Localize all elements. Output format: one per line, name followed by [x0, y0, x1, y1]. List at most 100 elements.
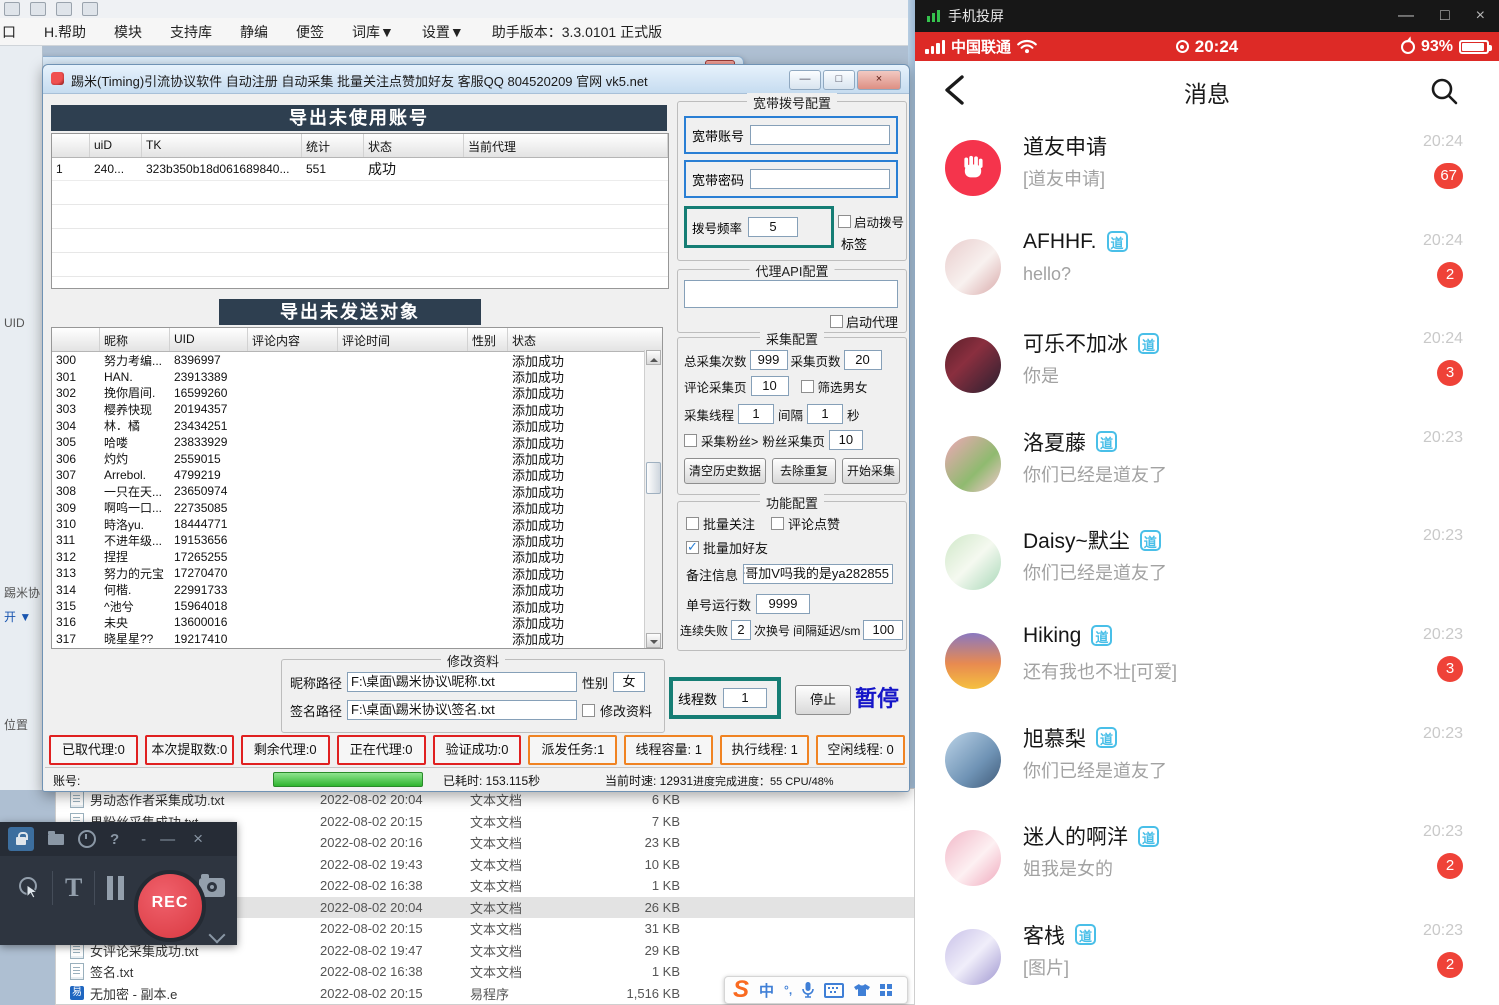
app-titlebar[interactable]: 踢米(Timing)引流协议软件 自动注册 自动采集 批量关注点赞加好友 客服Q…: [43, 65, 909, 94]
scroll-up-arrow[interactable]: [646, 350, 661, 365]
phone-window-titlebar[interactable]: 手机投屏 — □ ×: [915, 0, 1499, 32]
hand-icon[interactable]: [56, 2, 72, 16]
menu-item[interactable]: 支持库: [170, 22, 212, 42]
menu-item[interactable]: 模块: [114, 22, 142, 42]
pause-button[interactable]: 暂停: [855, 681, 899, 713]
broadband-account-input[interactable]: [750, 125, 890, 145]
table-row[interactable]: 311 不进年级... 19153656 添加成功: [52, 532, 645, 548]
file-row[interactable]: 易 男动态作者采集成功.txt 2022-08-02 20:04 文本文档 6 …: [56, 789, 914, 811]
avatar[interactable]: [945, 830, 1001, 886]
sogou-logo[interactable]: S: [733, 978, 749, 1002]
unused-accounts-table[interactable]: uiD TK 统计 状态 当前代理 1 240... 323b350b18d06…: [51, 133, 669, 289]
gender-input[interactable]: 女: [613, 672, 645, 692]
start-dial-checkbox[interactable]: [838, 215, 851, 228]
dial-frequency-input[interactable]: 5: [748, 217, 798, 237]
table-row[interactable]: 308 一只在天... 23650974 添加成功: [52, 483, 645, 499]
total-collect-input[interactable]: 999: [750, 350, 788, 370]
message-row[interactable]: Daisy~默尘 道 你们已经是道友了 20:23: [915, 513, 1499, 612]
text-tool-icon[interactable]: T: [65, 873, 82, 903]
stat-button[interactable]: 已取代理:0: [49, 735, 138, 765]
scroll-thumb[interactable]: [646, 462, 661, 494]
stat-button[interactable]: 派发任务:1: [528, 735, 617, 765]
table-row[interactable]: 312 捏捏 17265255 添加成功: [52, 549, 645, 565]
sign-path-input[interactable]: F:\桌面\踢米协议\签名.txt: [347, 700, 577, 720]
braces-icon[interactable]: [30, 2, 46, 16]
message-row[interactable]: 道友申请 [道友申请] 20:24 67: [915, 119, 1499, 218]
minimize-button[interactable]: —: [1398, 7, 1414, 25]
table-row[interactable]: 1 240... 323b350b18d061689840... 551 成功: [52, 158, 668, 181]
avatar[interactable]: [945, 337, 1001, 393]
fragment-open-label[interactable]: 开 ▼: [4, 608, 31, 625]
fail-input[interactable]: 2: [731, 620, 751, 640]
lock-icon[interactable]: [8, 827, 34, 851]
table-row[interactable]: 306 灼灼 2559015 添加成功: [52, 450, 645, 466]
col-tk[interactable]: TK: [142, 134, 302, 157]
col-index[interactable]: [52, 328, 100, 351]
comment-like-checkbox[interactable]: [771, 517, 784, 530]
comment-pages-input[interactable]: 10: [751, 376, 789, 396]
microphone-icon[interactable]: [802, 982, 814, 998]
stat-button[interactable]: 正在代理:0: [337, 735, 426, 765]
menu-item[interactable]: 静编: [240, 22, 268, 42]
avatar[interactable]: [945, 140, 1001, 196]
pause-icon[interactable]: [107, 876, 124, 900]
maximize-button[interactable]: □: [823, 70, 855, 90]
skin-icon[interactable]: [854, 983, 870, 997]
avatar[interactable]: [945, 534, 1001, 590]
help-icon[interactable]: ?: [110, 831, 119, 848]
collect-fans-checkbox[interactable]: [684, 434, 697, 447]
col-comment[interactable]: 评论内容: [248, 328, 338, 351]
unsent-targets-table[interactable]: 昵称 UID 评论内容 评论时间 性别 状态 300 努力考编... 83969…: [51, 327, 663, 649]
close-icon[interactable]: ×: [193, 829, 203, 849]
punctuation-icon[interactable]: °,: [784, 983, 792, 997]
interval-input[interactable]: 1: [807, 404, 843, 424]
minimize-button[interactable]: —: [789, 70, 821, 90]
table-row[interactable]: 300 努力考编... 8396997 添加成功: [52, 352, 645, 368]
table-row[interactable]: 307 Arrebol. 4799219 添加成功: [52, 467, 645, 483]
table-row[interactable]: 309 啊呜一口... 22735085 添加成功: [52, 500, 645, 516]
record-button[interactable]: REC: [134, 870, 206, 942]
start-collect-button[interactable]: 开始采集: [842, 458, 900, 484]
col-uid[interactable]: uiD: [90, 134, 142, 157]
binoculars-icon[interactable]: [82, 2, 98, 16]
col-state[interactable]: 状态: [364, 134, 464, 157]
braces-icon[interactable]: [4, 2, 20, 16]
stat-button[interactable]: 本次提取数:0: [145, 735, 234, 765]
avatar[interactable]: [945, 239, 1001, 295]
chevron-down-icon[interactable]: [209, 927, 226, 944]
nick-path-input[interactable]: F:\桌面\踢米协议\昵称.txt: [347, 672, 577, 692]
minimize-icon[interactable]: -: [141, 831, 146, 848]
table-row[interactable]: 310 時洛yu. 18444771 添加成功: [52, 516, 645, 532]
stat-button[interactable]: 空闲线程: 0: [816, 735, 905, 765]
col-comment-time[interactable]: 评论时间: [338, 328, 468, 351]
table-row[interactable]: 316 未央 13600016 添加成功: [52, 614, 645, 630]
keyboard-icon[interactable]: [824, 983, 844, 998]
col-status[interactable]: 状态: [508, 328, 645, 351]
message-row[interactable]: 旭慕梨 道 你们已经是道友了 20:23: [915, 711, 1499, 810]
avatar[interactable]: [945, 633, 1001, 689]
table-row[interactable]: 304 林．橘 23434251 添加成功: [52, 418, 645, 434]
table-row[interactable]: 303 樱养快现 20194357 添加成功: [52, 401, 645, 417]
avatar[interactable]: [945, 929, 1001, 985]
table-row[interactable]: 315 ^池兮 15964018 添加成功: [52, 598, 645, 614]
minimize-to-tray-icon[interactable]: —: [160, 831, 175, 848]
col-count[interactable]: 统计: [302, 134, 364, 157]
message-row[interactable]: 洛夏藤 道 你们已经是道友了 20:23: [915, 415, 1499, 514]
enable-proxy-checkbox[interactable]: [830, 315, 843, 328]
stat-button[interactable]: 验证成功:0: [433, 735, 522, 765]
runs-input[interactable]: 9999: [756, 594, 810, 614]
clear-history-button[interactable]: 清空历史数据: [684, 458, 766, 484]
batch-friend-checkbox[interactable]: [686, 541, 699, 554]
menu-item[interactable]: 词库▼: [352, 22, 394, 42]
table-row[interactable]: 313 努力的元宝 17270470 添加成功: [52, 565, 645, 581]
maximize-button[interactable]: □: [1440, 7, 1450, 25]
toolbox-icon[interactable]: [880, 984, 892, 996]
thread-count-input[interactable]: 1: [723, 688, 767, 708]
message-row[interactable]: AFHHF. 道 hello? 20:24 2: [915, 218, 1499, 317]
proxy-api-input[interactable]: [684, 280, 898, 308]
table-row[interactable]: 317 晓星星?? 19217410 添加成功: [52, 631, 645, 647]
fans-pages-input[interactable]: 10: [829, 430, 863, 450]
avatar[interactable]: [945, 436, 1001, 492]
menu-item[interactable]: H.帮助: [44, 22, 86, 42]
table-row[interactable]: 301 HAN. 23913389 添加成功: [52, 368, 645, 384]
